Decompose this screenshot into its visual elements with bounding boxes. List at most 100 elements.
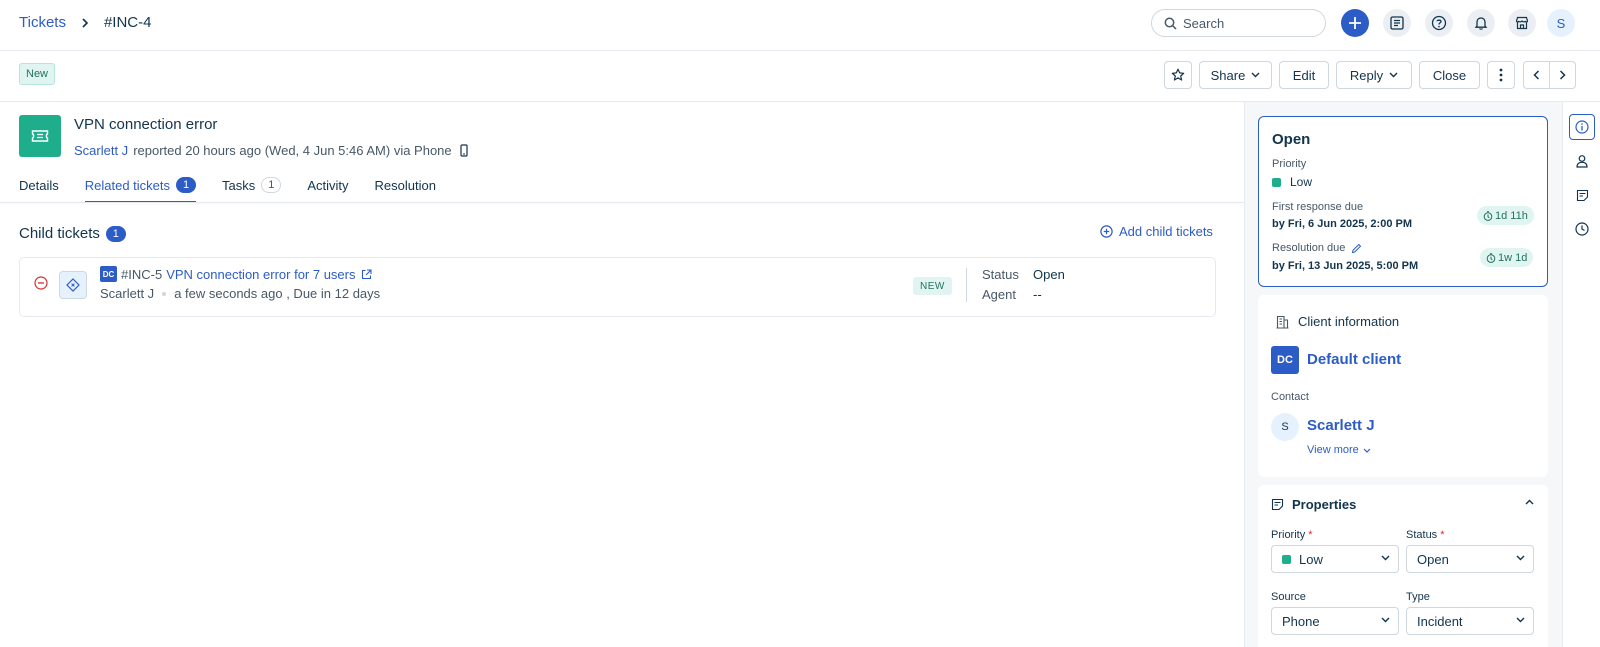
properties-icon	[1271, 498, 1284, 511]
child-tickets-heading: Child tickets 1	[19, 225, 126, 242]
first-response-label: First response due	[1272, 201, 1364, 213]
reporter-link[interactable]: Scarlett J	[74, 143, 128, 158]
separator-dot	[162, 291, 167, 296]
sla-text: 1d 11h	[1495, 209, 1528, 222]
ticket-icon	[31, 130, 49, 142]
catalog-button[interactable]	[1383, 9, 1411, 37]
label-text: Status	[1406, 529, 1438, 541]
timer-icon	[1486, 252, 1496, 263]
client-name-link[interactable]: Default client	[1307, 351, 1401, 368]
child-ticket-time: a few seconds ago , Due in 12 days	[174, 286, 381, 301]
properties-icon	[1576, 189, 1588, 201]
contact-name-link[interactable]: Scarlett J	[1307, 417, 1375, 434]
priority-text: Low	[1290, 175, 1313, 189]
marketplace-button[interactable]	[1508, 9, 1536, 37]
child-ticket-meta: Scarlett J a few seconds ago , Due in 12…	[100, 286, 380, 301]
previous-ticket-button[interactable]	[1523, 61, 1550, 89]
sidebar-icon-strip	[1562, 102, 1600, 647]
client-initials-badge: DC	[100, 266, 117, 282]
favorite-button[interactable]	[1164, 61, 1192, 89]
add-child-tickets-button[interactable]: Add child tickets	[1100, 224, 1213, 239]
close-ticket-button[interactable]: Close	[1419, 61, 1480, 89]
priority-select[interactable]: Low	[1271, 545, 1399, 573]
search-icon	[1164, 17, 1177, 30]
status-value: Open	[1033, 267, 1065, 282]
chevron-down-icon	[1251, 72, 1260, 78]
select-value: Phone	[1282, 613, 1320, 629]
share-label: Share	[1210, 67, 1246, 83]
status-select[interactable]: Open	[1406, 545, 1534, 573]
tab-details[interactable]: Details	[19, 167, 59, 203]
properties-toggle[interactable]	[1569, 182, 1595, 208]
child-ticket-title-line: DC #INC-5 VPN connection error for 7 use…	[100, 266, 372, 282]
clock-icon	[1575, 222, 1589, 236]
tab-tasks[interactable]: Tasks 1	[222, 167, 282, 203]
star-icon	[1171, 68, 1185, 81]
type-select[interactable]: Incident	[1406, 607, 1534, 635]
search-placeholder: Search	[1183, 15, 1225, 31]
properties-heading: Properties	[1271, 497, 1356, 512]
help-button[interactable]	[1425, 9, 1453, 37]
contact-details-toggle[interactable]	[1569, 148, 1595, 174]
bell-icon	[1474, 17, 1488, 30]
status-label: Status	[982, 267, 1019, 282]
tab-resolution[interactable]: Resolution	[375, 167, 436, 203]
select-value: Low	[1299, 551, 1323, 567]
reply-button[interactable]: Reply	[1336, 61, 1412, 89]
view-more-button[interactable]: View more	[1307, 444, 1371, 456]
external-link-icon[interactable]	[361, 268, 372, 280]
client-information-card: Client information DC Default client Con…	[1258, 295, 1548, 477]
next-ticket-button[interactable]	[1549, 61, 1576, 89]
properties-card: Properties Priority * Status * Low Open So…	[1258, 485, 1548, 647]
edit-button[interactable]: Edit	[1279, 61, 1329, 89]
resolution-sla-badge: 1w 1d	[1480, 248, 1534, 267]
priority-indicator	[1272, 177, 1281, 187]
chevron-down-icon	[1363, 448, 1371, 453]
tab-related-tickets[interactable]: Related tickets 1	[84, 167, 197, 203]
status-badge: New	[19, 63, 56, 85]
chevron-up-icon[interactable]	[1525, 499, 1534, 505]
notifications-button[interactable]	[1467, 9, 1495, 37]
child-ticket-link[interactable]: VPN connection error for 7 users	[166, 267, 355, 282]
tab-count: 1	[261, 177, 282, 193]
tabs-divider	[0, 202, 1244, 203]
client-avatar: DC	[1271, 346, 1299, 374]
more-vertical-icon	[1499, 68, 1503, 82]
chevron-right-icon	[80, 17, 90, 28]
timeline-toggle[interactable]	[1569, 216, 1595, 242]
reply-label: Reply	[1349, 67, 1384, 83]
child-ticket-row[interactable]: DC #INC-5 VPN connection error for 7 use…	[19, 257, 1216, 317]
contact-label: Contact	[1271, 391, 1309, 403]
child-tickets-title: Child tickets	[19, 225, 100, 242]
chevron-down-icon	[1381, 555, 1390, 561]
ticket-info-toggle[interactable]	[1569, 114, 1595, 140]
new-item-button[interactable]	[1341, 9, 1369, 37]
user-avatar[interactable]: S	[1547, 9, 1575, 37]
breadcrumb-tickets-link[interactable]: Tickets	[19, 14, 66, 31]
more-actions-button[interactable]	[1487, 61, 1515, 89]
source-select[interactable]: Phone	[1271, 607, 1399, 635]
search-input[interactable]: Search	[1151, 9, 1326, 37]
info-icon	[1575, 120, 1589, 134]
tab-label: Activity	[307, 177, 349, 193]
select-value: Incident	[1417, 613, 1463, 629]
chevron-down-icon	[1381, 617, 1390, 623]
tab-activity[interactable]: Activity	[307, 167, 348, 203]
contact-avatar: S	[1271, 413, 1299, 441]
share-button[interactable]: Share	[1199, 61, 1272, 89]
priority-label: Priority	[1272, 158, 1307, 170]
top-nav: Tickets #INC-4 Search S	[0, 0, 1600, 51]
plus-circle-icon	[1100, 225, 1113, 238]
pencil-icon[interactable]	[1351, 243, 1362, 254]
remove-circle-icon[interactable]	[34, 276, 48, 290]
type-field-label: Type	[1406, 591, 1430, 603]
ticket-tabs: Details Related tickets 1 Tasks 1 Activity…	[19, 167, 462, 203]
resolution-due: by Fri, 13 Jun 2025, 5:00 PM	[1272, 260, 1419, 272]
child-ticket-type-icon	[59, 271, 87, 299]
child-ticket-status-badge: NEW	[913, 277, 952, 295]
child-tickets-count: 1	[105, 225, 126, 242]
add-child-label: Add child tickets	[1119, 224, 1213, 239]
ticket-action-bar: New Share Edit Reply Close	[0, 51, 1600, 102]
ticket-meta: Scarlett J reported 20 hours ago (Wed, 4…	[74, 143, 468, 158]
chevron-left-icon	[1533, 70, 1540, 80]
